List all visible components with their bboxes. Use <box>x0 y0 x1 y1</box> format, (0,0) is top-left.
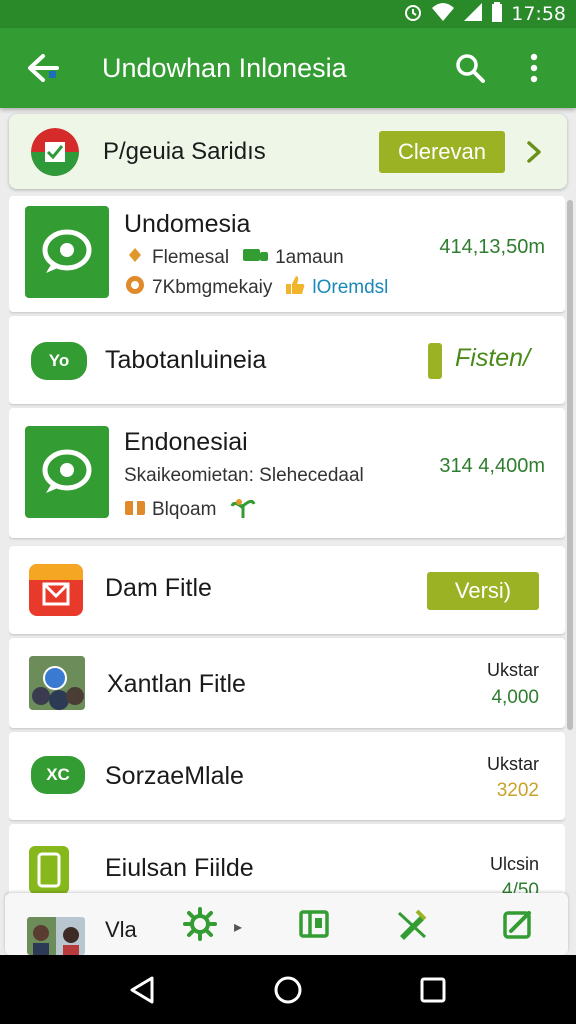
item-action-link[interactable]: Fisten/ <box>455 344 530 373</box>
thumbnail-image <box>29 656 85 710</box>
edit-pen-icon[interactable] <box>395 907 429 941</box>
badge-icon <box>124 275 146 301</box>
item-meta-text: 7Kbmgmekaiy <box>152 277 273 298</box>
item-title: Tabotanluineia <box>105 346 267 374</box>
status-time: 17:58 <box>511 3 566 25</box>
box-icon <box>124 498 146 522</box>
bottom-toolbar: Vla ▸ <box>5 893 568 955</box>
item-title: Xantlan Fitle <box>107 670 246 698</box>
back-arrow-icon[interactable] <box>24 48 64 88</box>
book-icon[interactable] <box>297 907 331 941</box>
banner-title: P/geuia Saridıs <box>103 137 266 165</box>
dropdown-marker[interactable]: ▸ <box>234 917 242 937</box>
list-item[interactable]: Xantlan Fitle Ukstar 4,000 <box>9 638 565 728</box>
list-item[interactable]: Dam Fitle Versi) <box>9 546 565 634</box>
mail-folder-icon <box>29 564 83 616</box>
item-meta-row-2: Blqoam <box>124 496 256 524</box>
app-bar: Undowhan Inlonesia <box>0 28 576 108</box>
xc-badge-icon: XC <box>31 756 85 794</box>
list-item[interactable]: Endonesiai Skaikeomietan: Slehecedaal Bl… <box>9 408 565 538</box>
list-item[interactable]: Yo Tabotanluineia Fisten/ <box>9 316 565 404</box>
system-nav-bar <box>0 955 576 1024</box>
item-value: 3202 <box>496 780 539 801</box>
search-icon[interactable] <box>448 46 492 90</box>
nav-recents-icon[interactable] <box>411 968 455 1012</box>
item-value: 314 4,400m <box>439 455 545 477</box>
yo-badge-text: Yo <box>48 351 70 370</box>
accent-marker <box>428 343 442 379</box>
item-meta-text: Skaikeomietan: Slehecedaal <box>124 465 364 486</box>
more-vert-icon[interactable] <box>512 46 556 90</box>
item-list: Undomesia Flemesal 1amaun 7Kbmgmekaiy lO… <box>9 196 565 956</box>
signal-icon <box>463 2 483 27</box>
item-meta-text: Flemesal <box>152 247 230 268</box>
nav-home-icon[interactable] <box>266 968 310 1012</box>
alarm-icon <box>403 2 423 27</box>
flag-icon <box>124 246 146 270</box>
chevron-right-icon[interactable] <box>519 140 549 164</box>
item-meta-link[interactable]: lOremdsl <box>312 277 388 299</box>
battery-icon <box>491 1 503 27</box>
list-item[interactable]: XC SorzaeMlale Ukstar 3202 <box>9 732 565 820</box>
version-button[interactable]: Versi) <box>427 572 539 610</box>
item-value: 4,000 <box>491 687 539 708</box>
wifi-icon <box>431 2 455 27</box>
item-meta-row-2: 7Kbmgmekaiy lOremdsl <box>124 275 388 301</box>
yo-badge-icon: Yo <box>31 342 87 380</box>
item-meta-row-1: Skaikeomietan: Slehecedaal <box>124 465 364 487</box>
toolbar-label: Vla <box>105 917 137 942</box>
scrollbar[interactable] <box>567 200 573 730</box>
xc-badge-text: XC <box>46 765 70 784</box>
app-logo-icon <box>31 127 79 176</box>
phone-icon <box>29 846 69 894</box>
item-label: Ukstar <box>486 754 539 774</box>
thumbs-up-icon <box>284 275 306 301</box>
item-meta-row-1: Flemesal 1amaun <box>124 246 344 270</box>
item-title: Eiulsan Fiilde <box>105 854 254 882</box>
profile-thumbnails[interactable] <box>27 917 85 955</box>
truck-icon <box>243 247 269 269</box>
chat-bubble-icon <box>25 426 109 518</box>
status-bar: 17:58 <box>0 0 576 28</box>
item-meta-text: Blqoam <box>152 499 217 520</box>
settings-icon[interactable] <box>183 907 217 941</box>
item-label: Ukstar <box>486 660 539 680</box>
item-title: SorzaeMlale <box>105 762 244 790</box>
nav-back-icon[interactable] <box>121 968 165 1012</box>
compose-icon[interactable] <box>501 907 535 941</box>
item-value: 414,13,50m <box>439 236 545 258</box>
item-meta-text: 1amaun <box>275 247 344 268</box>
item-label: Ulcsin <box>489 854 539 874</box>
list-item[interactable]: Undomesia Flemesal 1amaun 7Kbmgmekaiy lO… <box>9 196 565 312</box>
item-title: Dam Fitle <box>105 574 212 602</box>
featured-banner[interactable]: P/geuia Saridıs Clerevan <box>9 114 567 189</box>
chat-bubble-icon <box>25 206 109 298</box>
item-title: Undomesia <box>124 210 251 238</box>
plant-icon <box>230 496 256 524</box>
item-title: Endonesiai <box>124 428 248 456</box>
app-bar-title: Undowhan Inlonesia <box>102 52 347 83</box>
banner-action-button[interactable]: Clerevan <box>379 130 505 173</box>
